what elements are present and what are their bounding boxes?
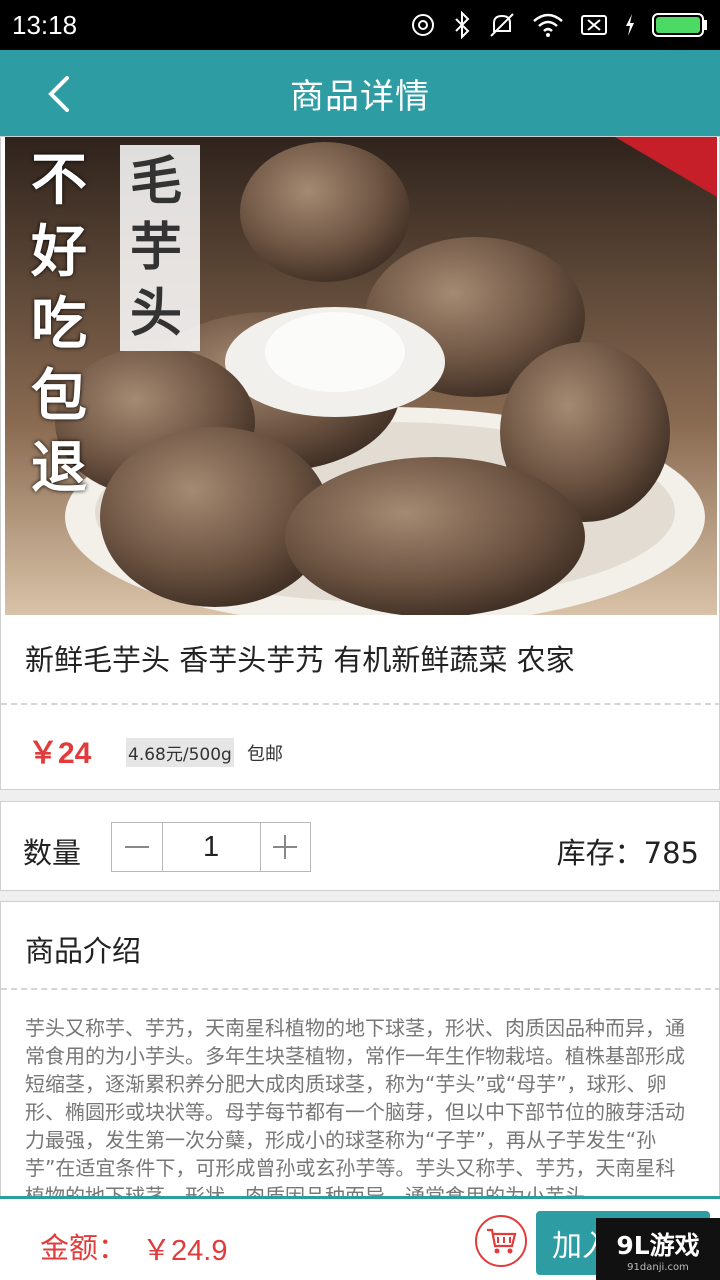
total-value: ￥24.9 [142,1235,228,1267]
sync-icon [412,14,434,36]
mute-icon [490,13,514,37]
no-sim-icon [581,15,607,35]
unit-price: 4.68元/500g [126,738,234,767]
product-price: ￥24 [28,737,92,770]
quantity-stepper: 1 [111,822,311,872]
status-time: 13:18 [12,9,78,40]
minus-icon [124,846,149,848]
increase-button[interactable] [261,823,311,871]
product-photo [5,137,717,615]
divider [1,988,719,990]
quantity-input[interactable]: 1 [161,823,261,871]
page-title: 商品详情 [290,76,430,117]
product-image: 不好吃包退 毛芋头 [5,137,717,615]
status-bar: 13:18 [0,0,720,50]
description-title: 商品介绍 [25,934,142,968]
quantity-card: 数量 1 库存：785 [0,801,720,891]
battery-icon [652,13,707,37]
chevron-left-icon [48,76,69,112]
charging-icon [626,14,634,36]
site-watermark: 9L游戏 91danji.com [596,1218,720,1280]
description-text: 芋头又称芋、芋艿，天南星科植物的地下球茎，形状、肉质因品种而异，通常食用的为小芋… [25,1016,685,1201]
cart-icon [487,1228,517,1254]
shipping-badge: 包邮 [247,744,283,765]
back-button[interactable] [30,66,86,122]
description-card: 商品介绍 芋头又称芋、芋艿，天南星科植物的地下球茎，形状、肉质因品种而异，通常食… [0,901,720,1201]
watermark-url: 91danji.com [627,1261,689,1273]
cart-button[interactable] [475,1215,527,1267]
product-name: 新鲜毛芋头 香芋头芋艿 有机新鲜蔬菜 农家 [25,643,575,677]
plus-icon [273,835,298,859]
decrease-button[interactable] [112,823,162,871]
divider [1,703,720,705]
watermark-logo: 9L游戏 [616,1230,700,1260]
quantity-label: 数量 [23,836,82,870]
total-label: 金额： [40,1231,128,1265]
product-card: 不好吃包退 毛芋头 新鲜毛芋头 香芋头芋艿 有机新鲜蔬菜 农家 [0,136,720,790]
image-caption-left: 不好吃包退 [31,148,87,501]
image-caption-right: 毛芋头 [120,145,200,351]
app-bar: 商品详情 [0,50,720,136]
wifi-icon [533,13,563,37]
stock-count: 库存：785 [556,836,699,870]
status-icons [410,11,708,39]
bluetooth-icon [455,11,470,39]
